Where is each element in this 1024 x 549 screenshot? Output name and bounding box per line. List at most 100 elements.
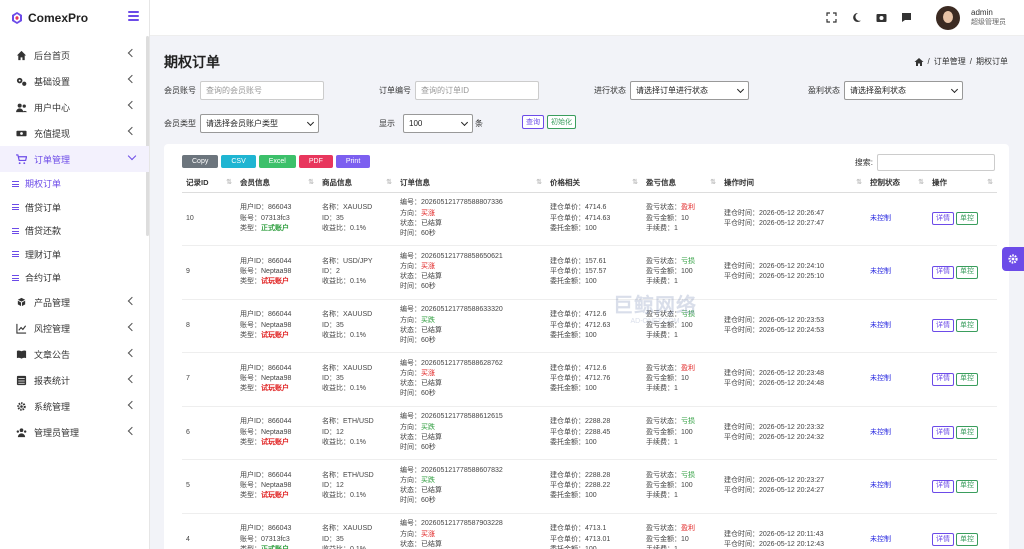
column-header[interactable]: 盈亏信息 ⇅: [642, 173, 720, 193]
field-dir: 方向：买涨: [400, 209, 546, 219]
table-row[interactable]: 7 用户ID：866044 账号：Neptaa98 类型：试玩账户 名称：XAUUSD I…: [182, 352, 997, 407]
fullscreen-icon[interactable]: [826, 12, 837, 23]
sidebar-subitem[interactable]: 合约订单: [0, 266, 149, 290]
sidebar-item[interactable]: 风控管理: [0, 316, 149, 342]
field-label: 建仓单价：: [550, 204, 585, 212]
sidebar-item[interactable]: 产品管理: [0, 290, 149, 316]
cell-order: 编号：20260512177858861261​5 方向：买跌 状态：已结算 时间：6…: [396, 406, 546, 460]
column-header[interactable]: 订单信息 ⇅: [396, 173, 546, 193]
member-account-input[interactable]: 查询的会员账号: [200, 81, 324, 100]
avatar[interactable]: [936, 6, 960, 30]
column-header[interactable]: 操作 ⇅: [928, 173, 997, 193]
cell-product: 名称：XAUUSDID：35收益比：0.1%: [318, 299, 396, 353]
breadcrumb: / 订单管理 / 期权订单: [914, 56, 1008, 67]
home-icon[interactable]: [914, 57, 924, 67]
detail-button[interactable]: 详情: [932, 265, 954, 279]
cell-price: 建仓单价：157.61 平仓单价：157.57 委托金额：100: [546, 245, 642, 300]
detail-button[interactable]: 详情: [932, 319, 954, 333]
export-copy-button[interactable]: Copy: [182, 155, 219, 168]
cell-price: 建仓单价：4712.6 平仓单价：4712.63 委托金额：100: [546, 299, 642, 353]
chevron-down-icon: [736, 85, 745, 93]
breadcrumb-sep: /: [927, 57, 930, 66]
cell-actions: 详情 单控: [928, 352, 997, 407]
control-button[interactable]: 单控: [956, 319, 978, 333]
sidebar-subitem[interactable]: 借贷还款: [0, 219, 149, 243]
table-row[interactable]: 6 用户ID：866044 账号：Neptaa98 类型：试玩账户 名称：ETH/USD…: [182, 406, 997, 460]
control-button[interactable]: 单控: [956, 372, 978, 386]
field-value: 已结算: [421, 540, 442, 548]
field-label: 手续费：: [646, 278, 674, 286]
field-label: 账号：: [240, 321, 261, 329]
sidebar: ComexPro 后台首页 基础设置 用户中心 充值提现 订单管理 期权订单 借贷订单 借贷还…: [0, 0, 150, 549]
sidebar-subitem[interactable]: 理财订单: [0, 243, 149, 267]
table-row[interactable]: 10 用户ID：866043 账号：07313fc3 类型：正式账户 名称：XAUUSD…: [182, 192, 997, 246]
table-row[interactable]: 5 用户ID：866044 账号：Neptaa98 类型：试玩账户 名称：ETH/USD…: [182, 459, 997, 514]
sidebar-item[interactable]: 文章公告: [0, 342, 149, 368]
sidebar-item[interactable]: 基础设置: [0, 68, 149, 94]
reset-button[interactable]: 初始化: [547, 115, 576, 129]
search-input[interactable]: [877, 154, 995, 171]
user-info[interactable]: admin 超级管理员: [971, 8, 1006, 28]
sort-icon: ⇅: [226, 179, 232, 186]
sidebar-item[interactable]: 管理员管理: [0, 420, 149, 446]
sidebar-item[interactable]: 用户中心: [0, 94, 149, 120]
settings-gear-icon[interactable]: [1002, 247, 1024, 271]
sidebar-item[interactable]: 充值提现: [0, 120, 149, 146]
field-value: 60秒: [421, 229, 436, 237]
table-row[interactable]: 4用户ID：866043账号：07313fc3类型：正式账户名称：XAUUSDI…: [182, 513, 997, 549]
field-state: 状态：已结算: [400, 326, 546, 336]
field-label: 委托金额：: [550, 224, 585, 232]
detail-button[interactable]: 详情: [932, 212, 954, 226]
menu-toggle-icon[interactable]: [128, 11, 139, 21]
sidebar-subitem[interactable]: 借贷订单: [0, 196, 149, 220]
field-value: 20260512177858790322​8: [421, 520, 503, 528]
field-label: 建仓时间：: [724, 477, 759, 485]
sidebar-subitem[interactable]: 期权订单: [0, 172, 149, 196]
sidebar-item[interactable]: 订单管理: [0, 146, 149, 172]
export-print-button[interactable]: Print: [335, 155, 371, 168]
field-value: 试玩账户: [261, 278, 289, 286]
message-icon[interactable]: [901, 12, 912, 23]
cell-pl: 盈亏状态：亏损 盈亏金额：100 手续费：1: [642, 459, 720, 514]
table-row[interactable]: 9 用户ID：866044 账号：Neptaa98 类型：试玩账户 名称：USD/JPY…: [182, 245, 997, 300]
control-button[interactable]: 单控: [956, 426, 978, 440]
column-header[interactable]: 商品信息 ⇅: [318, 173, 396, 193]
breadcrumb-item[interactable]: 订单管理: [934, 56, 966, 67]
search-label: 搜索:: [854, 158, 873, 167]
export-excel-button[interactable]: Excel: [258, 155, 296, 168]
field-value: 买涨: [421, 370, 435, 378]
control-button[interactable]: 单控: [956, 479, 978, 493]
detail-button[interactable]: 详情: [932, 533, 954, 547]
sidebar-item[interactable]: 后台首页: [0, 42, 149, 68]
camera-icon[interactable]: [876, 12, 887, 23]
profit-select[interactable]: 请选择盈利状态: [844, 81, 963, 100]
moon-icon[interactable]: [851, 12, 862, 23]
field-label: 手续费：: [646, 492, 674, 500]
field-label: 平仓单价：: [550, 428, 585, 436]
detail-button[interactable]: 详情: [932, 372, 954, 386]
control-button[interactable]: 单控: [956, 533, 978, 547]
column-header[interactable]: 价格相关 ⇅: [546, 173, 642, 193]
brand[interactable]: ComexPro: [0, 0, 149, 36]
export-pdf-button[interactable]: PDF: [298, 155, 333, 168]
query-button[interactable]: 查询: [522, 115, 544, 129]
order-no-input[interactable]: 查询的订单ID: [415, 81, 539, 100]
field-state: 状态：已结算: [400, 540, 546, 549]
cubes-icon: [16, 297, 27, 308]
progress-select[interactable]: 请选择订单进行状态: [630, 81, 749, 100]
member-type-select[interactable]: 请选择会员账户类型: [200, 114, 319, 133]
sidebar-item[interactable]: 系统管理: [0, 394, 149, 420]
column-header[interactable]: 会员信息 ⇅: [236, 173, 318, 193]
detail-button[interactable]: 详情: [932, 426, 954, 440]
display-select[interactable]: 100: [403, 114, 473, 133]
table-row[interactable]: 8 用户ID：866044 账号：Neptaa98 类型：试玩账户 名称：XAUUSD I…: [182, 299, 997, 353]
column-header[interactable]: 操作时间 ⇅: [720, 173, 866, 193]
export-csv-button[interactable]: CSV: [221, 155, 256, 168]
column-header[interactable]: 控制状态 ⇅: [866, 173, 928, 193]
control-button[interactable]: 单控: [956, 265, 978, 279]
column-header[interactable]: 记录ID ⇅: [182, 173, 236, 193]
detail-button[interactable]: 详情: [932, 479, 954, 493]
sidebar-item[interactable]: 报表统计: [0, 368, 149, 394]
field-value: 100: [585, 331, 597, 339]
control-button[interactable]: 单控: [956, 212, 978, 226]
